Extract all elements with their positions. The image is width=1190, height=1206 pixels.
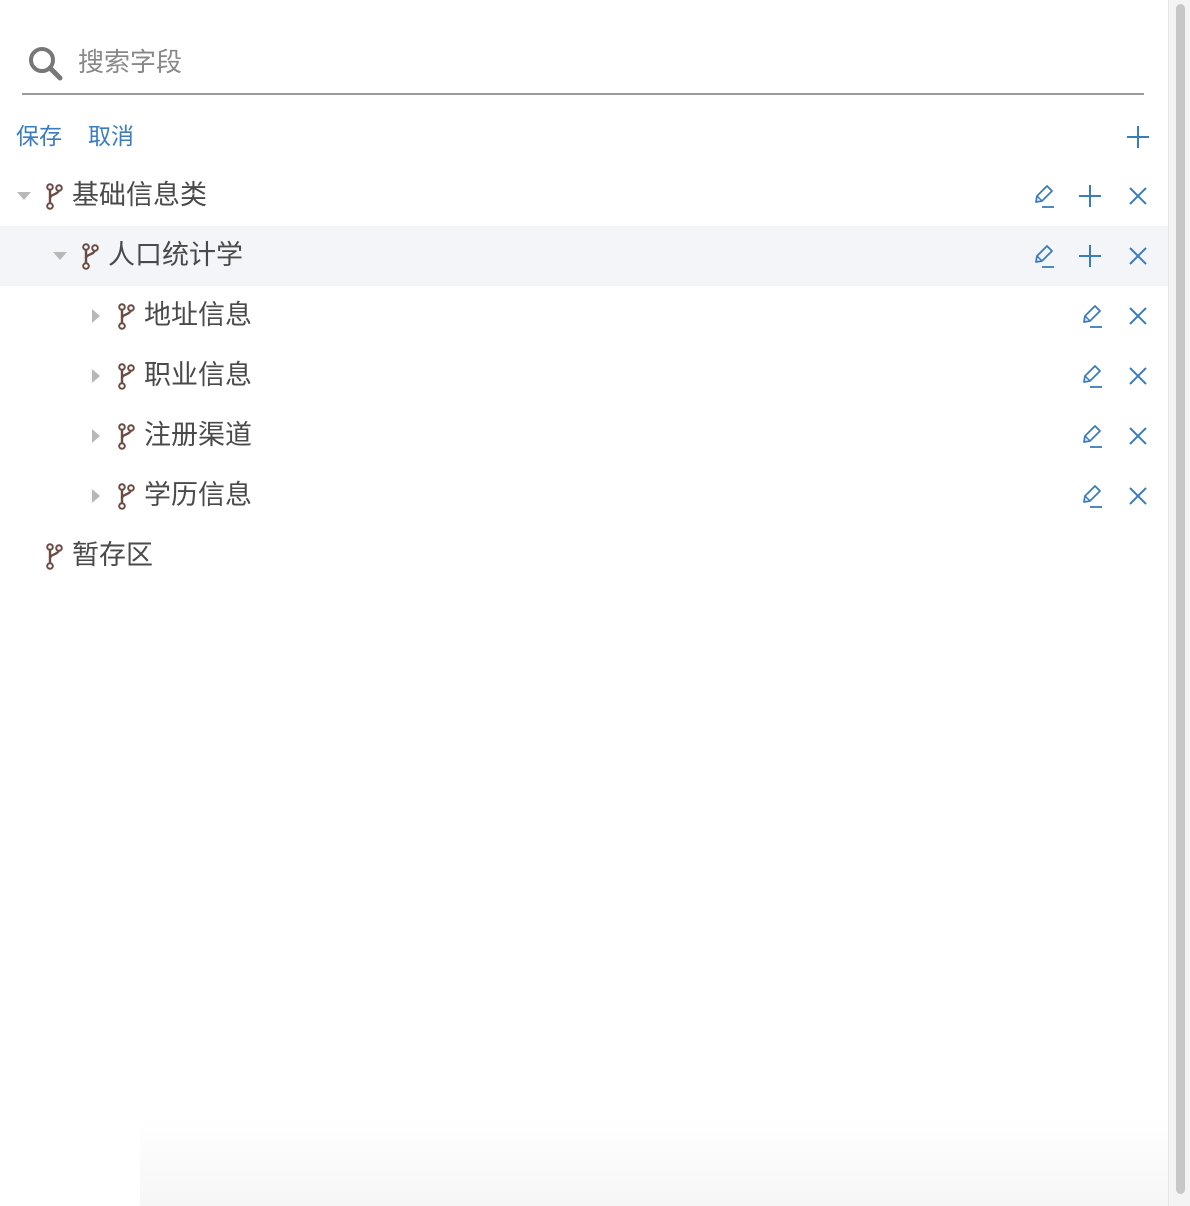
delete-button[interactable] [1124, 482, 1152, 510]
close-icon [1129, 487, 1147, 505]
tree-node-label[interactable]: 注册渠道 [144, 417, 252, 455]
field-tree-panel: 保存 取消 基础信息类 人口统计学 [0, 0, 1168, 1206]
branch-icon [44, 542, 66, 570]
tree-node[interactable]: 暂存区 [0, 526, 1168, 586]
save-button[interactable]: 保存 [16, 120, 62, 154]
tree-node-label[interactable]: 学历信息 [144, 477, 252, 515]
close-icon [1129, 367, 1147, 385]
plus-icon [1079, 185, 1101, 207]
close-icon [1129, 307, 1147, 325]
edit-button[interactable] [1076, 422, 1104, 450]
pencil-icon [1035, 245, 1054, 268]
pencil-icon [1035, 185, 1054, 208]
delete-button[interactable] [1124, 182, 1152, 210]
tree-node-label[interactable]: 人口统计学 [108, 237, 243, 275]
branch-icon [116, 482, 138, 510]
pencil-icon [1083, 365, 1102, 388]
tree-node[interactable]: 地址信息 [0, 286, 1168, 346]
branch-icon [116, 422, 138, 450]
branch-icon [44, 182, 66, 210]
edit-button[interactable] [1028, 182, 1056, 210]
caret-down-icon[interactable] [52, 248, 68, 264]
close-icon [1129, 427, 1147, 445]
search-icon [25, 43, 65, 83]
search-input[interactable] [78, 43, 1128, 83]
add-child-button[interactable] [1076, 182, 1104, 210]
pencil-icon [1083, 305, 1102, 328]
tree-node-label[interactable]: 基础信息类 [72, 177, 207, 215]
panel-bottom-shadow [140, 1116, 1168, 1206]
plus-icon [1127, 126, 1149, 148]
pencil-icon [1083, 425, 1102, 448]
scrollbar-thumb[interactable] [1176, 4, 1185, 1194]
tree-node-label[interactable]: 地址信息 [144, 297, 252, 335]
tree-node-label[interactable]: 职业信息 [144, 357, 252, 395]
tree-node[interactable]: 注册渠道 [0, 406, 1168, 466]
vertical-scrollbar[interactable] [1168, 0, 1190, 1206]
search-bar [22, 36, 1144, 95]
cancel-button[interactable]: 取消 [88, 120, 134, 154]
tree-node[interactable]: 学历信息 [0, 466, 1168, 526]
delete-button[interactable] [1124, 422, 1152, 450]
tree-node[interactable]: 职业信息 [0, 346, 1168, 406]
branch-icon [116, 362, 138, 390]
edit-button[interactable] [1076, 362, 1104, 390]
delete-button[interactable] [1124, 362, 1152, 390]
delete-button[interactable] [1124, 242, 1152, 270]
add-root-button[interactable] [1124, 123, 1152, 151]
caret-right-icon[interactable] [88, 428, 104, 444]
delete-button[interactable] [1124, 302, 1152, 330]
caret-down-icon[interactable] [16, 188, 32, 204]
pencil-icon [1083, 485, 1102, 508]
close-icon [1129, 247, 1147, 265]
edit-button[interactable] [1076, 482, 1104, 510]
close-icon [1129, 187, 1147, 205]
edit-button[interactable] [1076, 302, 1104, 330]
add-child-button[interactable] [1076, 242, 1104, 270]
caret-right-icon[interactable] [88, 488, 104, 504]
caret-right-icon[interactable] [88, 308, 104, 324]
edit-button[interactable] [1028, 242, 1056, 270]
branch-icon [116, 302, 138, 330]
tree-node[interactable]: 人口统计学 [0, 226, 1168, 286]
tree-node[interactable]: 基础信息类 [0, 166, 1168, 226]
caret-right-icon[interactable] [88, 368, 104, 384]
tree-node-label[interactable]: 暂存区 [72, 537, 153, 575]
plus-icon [1079, 245, 1101, 267]
branch-icon [80, 242, 102, 270]
